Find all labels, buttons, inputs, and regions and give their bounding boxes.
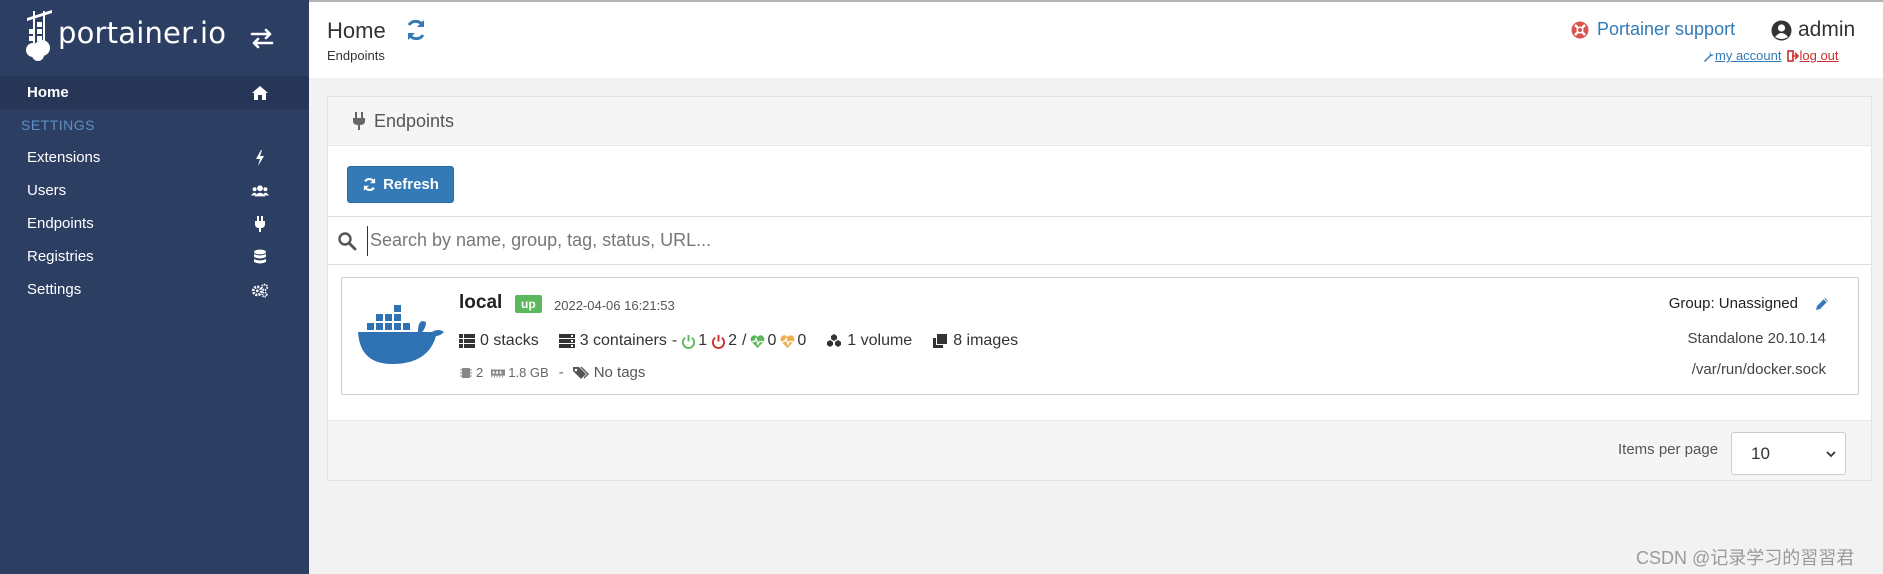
users-icon bbox=[251, 185, 269, 197]
endpoint-group: Group: Unassigned bbox=[1669, 295, 1830, 312]
main-content: Endpoints Refresh Search by name, group,… bbox=[309, 78, 1883, 574]
cubes-icon bbox=[827, 334, 842, 347]
watermark: CSDN @记录学习的習習君 bbox=[1636, 548, 1855, 568]
portainer-logo-icon bbox=[26, 10, 52, 61]
brand-name: portainer.io bbox=[58, 16, 227, 50]
search-icon bbox=[338, 231, 357, 250]
status-badge: up bbox=[515, 295, 542, 313]
images-stat: 8 images bbox=[932, 332, 1018, 350]
power-off-icon bbox=[712, 334, 726, 349]
sidebar-item-extensions[interactable]: Extensions bbox=[0, 141, 309, 174]
endpoint-meta: 2 1.8 GB - No tags bbox=[459, 364, 645, 381]
panel-heading: Endpoints bbox=[328, 97, 1871, 146]
heartbeat-warning-icon bbox=[780, 334, 795, 348]
plug-icon bbox=[353, 112, 365, 130]
cpu-icon bbox=[460, 367, 472, 378]
images-count: 8 images bbox=[953, 332, 1019, 349]
endpoints-panel: Endpoints Refresh Search by name, group,… bbox=[327, 96, 1872, 481]
separator: - bbox=[558, 364, 564, 381]
breadcrumb: Endpoints bbox=[327, 48, 385, 63]
refresh-label: Refresh bbox=[383, 176, 439, 193]
plug-icon bbox=[255, 216, 265, 232]
search-bar bbox=[328, 216, 1871, 265]
account-links: my account log out bbox=[1703, 48, 1839, 63]
endpoint-timestamp: 2022-04-06 16:21:53 bbox=[554, 298, 675, 313]
endpoint-stats: 0 stacks 3 containers - 1 2 / 0 0 1 volu… bbox=[459, 332, 1038, 350]
items-per-page-label: Items per page bbox=[1618, 441, 1719, 458]
panel-title: Endpoints bbox=[374, 110, 455, 131]
sidebar-item-home[interactable]: Home bbox=[0, 76, 309, 109]
life-ring-icon bbox=[1571, 21, 1589, 38]
endpoint-version: Standalone 20.10.14 bbox=[1687, 330, 1826, 347]
cpu-count: 2 bbox=[476, 365, 484, 380]
unhealthy-count: 0 bbox=[797, 332, 807, 349]
user-menu: admin bbox=[1771, 18, 1855, 42]
bolt-icon bbox=[256, 150, 264, 166]
sidebar-item-users[interactable]: Users bbox=[0, 174, 309, 207]
volumes-stat: 1 volume bbox=[826, 332, 912, 350]
stacks-count: 0 stacks bbox=[480, 332, 539, 349]
group-label: Group: Unassigned bbox=[1668, 295, 1798, 312]
items-per-page-value: 10 bbox=[1751, 443, 1770, 463]
my-account-link[interactable]: my account bbox=[1703, 48, 1781, 63]
healthy-count: 0 bbox=[767, 332, 777, 349]
sidebar-item-settings[interactable]: Settings bbox=[0, 273, 309, 306]
support-link[interactable]: Portainer support bbox=[1571, 19, 1735, 40]
chevron-down-icon bbox=[1826, 451, 1836, 458]
sidebar-nav: Home SETTINGS Extensions Users Endpoints… bbox=[0, 76, 309, 306]
running-count: 1 bbox=[698, 332, 708, 349]
support-label: Portainer support bbox=[1597, 19, 1736, 39]
stopped-count: 2 bbox=[728, 332, 737, 349]
containers-stat: 3 containers - 1 2 / 0 0 bbox=[558, 332, 827, 350]
endpoint-item-local[interactable]: local up 2022-04-06 16:21:53 0 stacks 3 … bbox=[341, 277, 1859, 395]
refresh-icon bbox=[363, 178, 376, 191]
volumes-count: 1 volume bbox=[847, 332, 913, 349]
docker-whale-icon bbox=[358, 305, 444, 364]
tags-label: No tags bbox=[593, 364, 646, 381]
tags: No tags bbox=[572, 364, 646, 381]
stacks-stat: 0 stacks bbox=[459, 332, 539, 350]
search-input[interactable] bbox=[367, 225, 1871, 256]
home-icon bbox=[252, 86, 268, 100]
sidebar-item-registries[interactable]: Registries bbox=[0, 240, 309, 273]
logout-label: log out bbox=[1799, 48, 1839, 63]
refresh-button[interactable]: Refresh bbox=[347, 166, 454, 203]
edit-pencil-icon[interactable] bbox=[1814, 296, 1830, 312]
separator: - bbox=[671, 332, 678, 349]
user-circle-icon bbox=[1771, 20, 1792, 40]
refresh-icon[interactable] bbox=[404, 18, 428, 42]
page-header: Home Endpoints Portainer support admin m… bbox=[309, 0, 1883, 78]
my-account-label: my account bbox=[1715, 48, 1782, 63]
memory-icon bbox=[491, 369, 506, 377]
separator: / bbox=[742, 332, 747, 349]
username: admin bbox=[1798, 18, 1856, 41]
wrench-icon bbox=[1704, 50, 1714, 62]
tags-icon bbox=[572, 366, 589, 379]
app-root: portainer.io Home SETTINGS Extensions Us… bbox=[0, 0, 1883, 574]
clone-icon bbox=[933, 334, 948, 348]
logout-link[interactable]: log out bbox=[1787, 48, 1839, 63]
endpoint-name: local bbox=[459, 292, 503, 313]
sign-out-icon bbox=[1787, 49, 1800, 62]
sidebar-item-endpoints[interactable]: Endpoints bbox=[0, 207, 309, 240]
server-icon bbox=[558, 334, 575, 348]
power-on-icon bbox=[682, 334, 696, 349]
toggle-sidebar-icon[interactable] bbox=[248, 26, 276, 50]
pagination-footer: Items per page 10 bbox=[328, 420, 1871, 480]
items-per-page-select[interactable]: 10 bbox=[1731, 432, 1846, 475]
memory-size: 1.8 GB bbox=[508, 365, 549, 380]
cogs-icon bbox=[251, 283, 269, 298]
th-list-icon bbox=[459, 334, 475, 348]
sidebar: portainer.io Home SETTINGS Extensions Us… bbox=[0, 0, 309, 574]
brand: portainer.io bbox=[0, 0, 309, 76]
endpoint-url: /var/run/docker.sock bbox=[1691, 361, 1826, 378]
containers-count: 3 containers bbox=[579, 332, 667, 349]
page-title: Home bbox=[327, 18, 386, 43]
heartbeat-icon bbox=[751, 334, 765, 348]
sidebar-section-settings: SETTINGS bbox=[21, 117, 96, 133]
database-icon bbox=[254, 249, 266, 264]
